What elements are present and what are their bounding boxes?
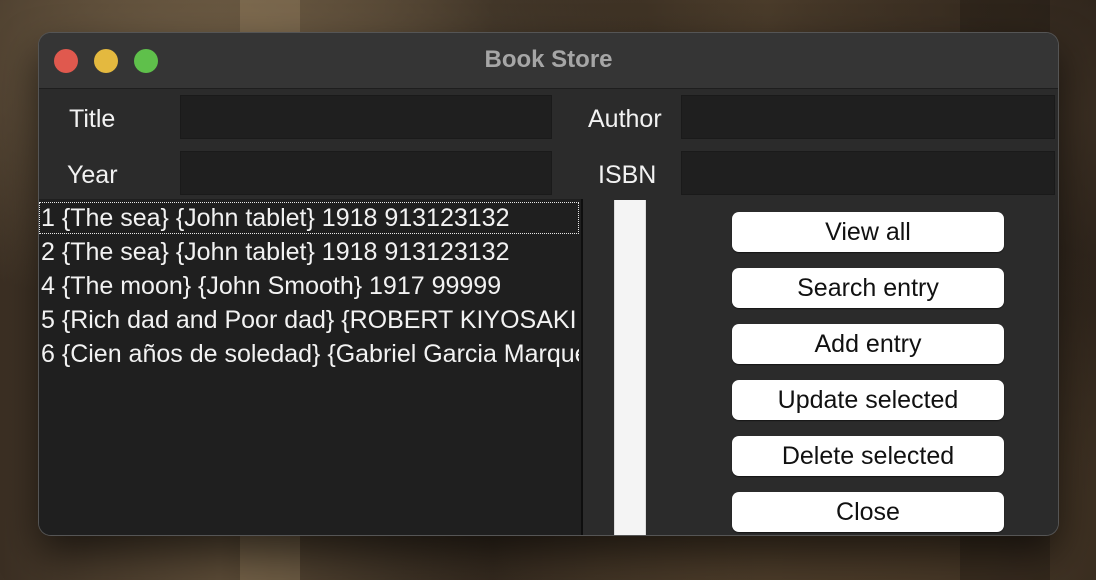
main-content: Title Author Year ISBN 1 {The sea} {John… <box>39 89 1058 535</box>
add-entry-button[interactable]: Add entry <box>732 324 1004 364</box>
author-field[interactable] <box>681 95 1055 139</box>
close-button[interactable]: Close <box>732 492 1004 532</box>
title-label: Title <box>69 105 116 133</box>
list-item[interactable]: 6 {Cien años de soledad} {Gabriel Garcia… <box>39 338 579 370</box>
year-label: Year <box>67 161 118 189</box>
isbn-label: ISBN <box>598 161 657 189</box>
search-entry-button[interactable]: Search entry <box>732 268 1004 308</box>
list-item[interactable]: 5 {Rich dad and Poor dad} {ROBERT KIYOSA… <box>39 304 579 336</box>
update-selected-button[interactable]: Update selected <box>732 380 1004 420</box>
window-title: Book Store <box>484 46 613 73</box>
list-item[interactable]: 2 {The sea} {John tablet} 1918 913123132 <box>39 236 579 268</box>
title-field[interactable] <box>180 95 552 139</box>
view-all-button[interactable]: View all <box>732 212 1004 252</box>
author-label: Author <box>588 105 662 133</box>
isbn-field[interactable] <box>681 151 1055 195</box>
delete-selected-button[interactable]: Delete selected <box>732 436 1004 476</box>
year-field[interactable] <box>180 151 552 195</box>
title-bar[interactable]: Book Store <box>39 33 1058 89</box>
list-scrollbar[interactable] <box>614 200 646 535</box>
book-store-window: Book Store Title Author Year ISBN 1 {The… <box>39 33 1058 535</box>
books-listbox[interactable]: 1 {The sea} {John tablet} 1918 913123132… <box>39 199 583 535</box>
list-item[interactable]: 4 {The moon} {John Smooth} 1917 99999 <box>39 270 579 302</box>
list-item[interactable]: 1 {The sea} {John tablet} 1918 913123132 <box>39 202 579 234</box>
